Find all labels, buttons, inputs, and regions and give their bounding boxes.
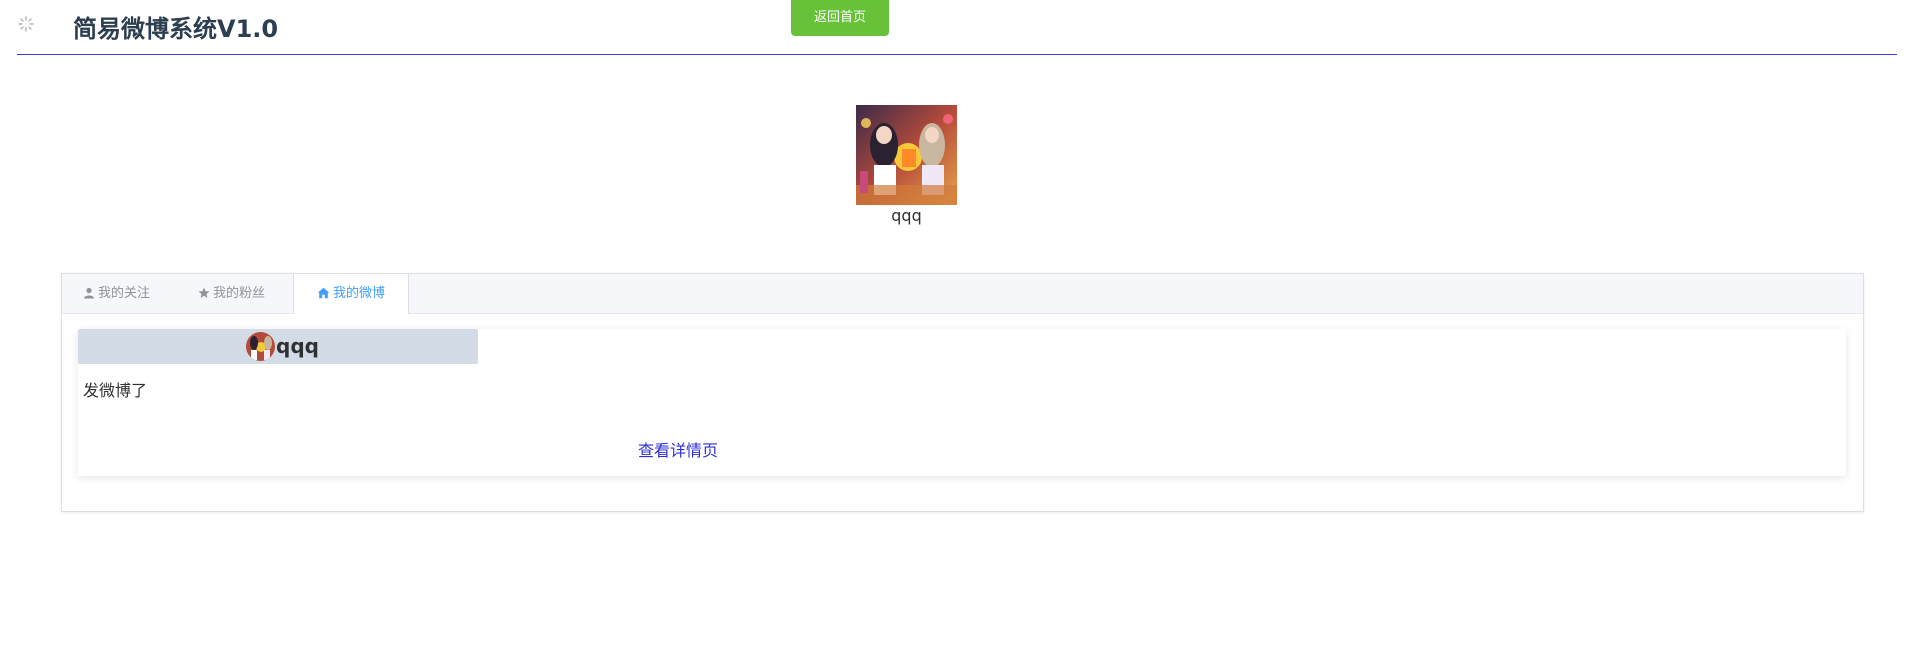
post-author-name[interactable]: qqq [276, 334, 319, 358]
user-profile: qqq [856, 105, 957, 225]
profile-tabs: 我的关注 我的粉丝 我的微博 qqq 发微博了 查看详情页 [61, 273, 1864, 512]
page-header: 简易微博系统V1.0 返回首页 [17, 0, 1897, 55]
weibo-post-card: qqq 发微博了 查看详情页 [78, 329, 1846, 476]
tab-my-weibo[interactable]: 我的微博 [293, 274, 409, 314]
profile-avatar [856, 105, 957, 205]
back-to-home-button[interactable]: 返回首页 [791, 0, 889, 36]
tab-label: 我的粉丝 [213, 286, 266, 301]
tabs-header: 我的关注 我的粉丝 我的微博 [62, 274, 1863, 314]
user-icon [84, 287, 94, 299]
post-author-avatar[interactable] [246, 332, 275, 361]
tab-label: 我的微博 [332, 286, 385, 301]
tab-my-follows[interactable]: 我的关注 [83, 274, 150, 313]
loading-icon [17, 15, 35, 33]
post-content: 发微博了 [83, 381, 148, 400]
profile-username: qqq [891, 206, 922, 225]
app-title: 简易微博系统V1.0 [73, 15, 279, 43]
post-author-bar: qqq [78, 329, 478, 364]
home-icon [317, 287, 330, 299]
tab-my-fans[interactable]: 我的粉丝 [198, 274, 265, 313]
view-detail-link[interactable]: 查看详情页 [638, 437, 718, 461]
star-icon [198, 287, 210, 298]
tab-label: 我的关注 [98, 286, 151, 301]
